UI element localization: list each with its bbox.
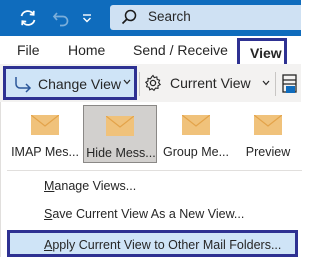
envelope-icon [182,115,210,135]
layout-pane-icon[interactable] [281,73,299,95]
ribbon-tabs: File Home Send / Receive View [0,36,301,71]
current-view-button[interactable]: Current View [170,75,251,91]
access-key: M [44,179,55,193]
tab-file[interactable]: File [17,42,40,58]
view-option-label: Preview [245,145,291,159]
tab-send-receive[interactable]: Send / Receive [133,42,228,58]
menu-item-label: anage Views... [54,179,137,193]
chevron-down-icon [262,80,270,86]
menu-item-label: ave Current View As a New View... [52,207,245,221]
view-option-imap[interactable]: IMAP Mes... [7,105,83,163]
sync-icon[interactable] [17,8,39,28]
view-option-label: Group Me... [163,145,229,159]
search-placeholder: Search [148,9,191,24]
menu-item-label: pply Current View to Other Mail Folders.… [52,238,282,252]
view-option-preview[interactable]: Preview [234,105,302,163]
view-option-label: Hide Mess... [86,146,156,160]
ribbon-command-row: Change View Current View [0,64,301,102]
title-bar: Search [0,0,301,36]
envelope-icon [31,115,59,135]
quick-access-dropdown-icon[interactable] [81,8,93,28]
settings-gear-icon [144,74,162,92]
search-box[interactable]: Search [110,5,301,30]
change-view-button[interactable]: Change View [3,66,137,100]
view-option-hide-messages[interactable]: Hide Mess... [83,105,157,163]
tab-home[interactable]: Home [68,42,105,58]
envelope-icon [106,116,134,136]
divider [7,170,302,171]
tab-view-label: View [250,45,282,61]
save-view-as-new-menu-item[interactable]: Save Current View As a New View... [44,207,244,221]
change-view-arrow-icon [15,77,32,93]
apply-view-to-folders-menu-item[interactable]: Apply Current View to Other Mail Folders… [7,230,298,257]
change-view-dropdown: IMAP Mes... Hide Mess... Group Me... Pre… [0,102,302,257]
divider [139,72,140,96]
chevron-down-icon [123,79,131,85]
manage-views-menu-item[interactable]: Manage Views... [44,179,136,193]
divider [275,72,276,96]
change-view-label: Change View [38,76,122,92]
view-option-label: IMAP Mes... [11,145,79,159]
envelope-icon [254,115,282,135]
view-option-group-messages[interactable]: Group Me... [158,105,234,163]
undo-icon[interactable] [50,8,72,28]
search-icon [121,9,137,25]
